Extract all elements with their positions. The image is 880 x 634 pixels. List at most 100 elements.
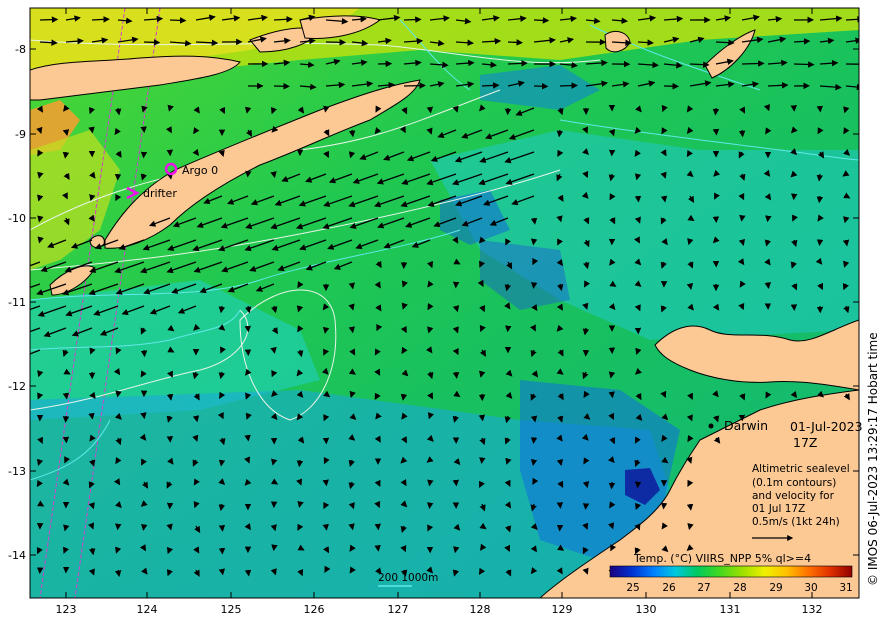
velocity-arrow (482, 85, 498, 86)
velocity-arrow (768, 108, 769, 110)
velocity-arrow (352, 328, 353, 332)
colorbar-tick-label: 28 (733, 582, 746, 594)
velocity-arrow (508, 63, 527, 64)
velocity-arrow (143, 108, 144, 111)
velocity-arrow (39, 174, 40, 178)
x-tick-label: 131 (720, 603, 741, 616)
velocity-arrow (429, 416, 430, 418)
velocity-arrow (248, 570, 249, 575)
x-tick-label: 129 (552, 603, 573, 616)
sst-map: -8 -9 -10 -11 -12 -13 -14 123 124 125 12… (0, 0, 880, 630)
map-date: 01-Jul-2023 (790, 419, 863, 434)
velocity-arrow (403, 306, 404, 309)
velocity-arrow (742, 130, 743, 136)
velocity-arrow (92, 19, 109, 20)
velocity-arrow (39, 218, 40, 221)
velocity-arrow (429, 482, 430, 485)
colorbar-title: Temp. (°C) VIIRS_NPP 5% ql>=4 (633, 552, 811, 565)
legend-line: Altimetric sealevel (752, 463, 850, 475)
velocity-arrow (508, 42, 522, 43)
velocity-arrow (170, 526, 171, 529)
legend-line: 01 Jul 17Z (752, 503, 805, 515)
velocity-arrow (586, 306, 587, 309)
velocity-arrow (221, 460, 222, 465)
colorbar-tick-label: 30 (804, 582, 817, 594)
velocity-arrow (274, 174, 275, 177)
velocity-arrow (482, 284, 483, 286)
colorbar-tick-label: 31 (839, 582, 852, 594)
velocity-arrow (40, 130, 41, 133)
velocity-arrow (690, 460, 691, 463)
velocity-arrow (715, 108, 716, 114)
y-tick-label: -14 (8, 549, 26, 562)
velocity-arrow (326, 526, 327, 529)
colorbar-tick-label: 27 (697, 582, 710, 594)
velocity-arrow (533, 460, 534, 465)
velocity-arrow (846, 19, 863, 20)
velocity-arrow (690, 64, 708, 65)
velocity-arrow (612, 394, 613, 397)
depth-scale: 200 1000m (378, 572, 438, 586)
velocity-arrow (325, 570, 326, 572)
drifter-label: drifter (143, 187, 177, 200)
velocity-arrow (300, 482, 301, 484)
colorbar-tick-label: 26 (662, 582, 676, 594)
velocity-arrow (560, 218, 561, 221)
x-tick-label: 123 (56, 603, 77, 616)
y-tick-label: -10 (8, 212, 26, 225)
velocity-arrow (222, 416, 223, 418)
x-tick-label: 125 (221, 603, 242, 616)
velocity-arrow (533, 482, 534, 484)
darwin-dot-icon (709, 424, 714, 429)
velocity-arrow (534, 218, 535, 223)
x-tick-label: 127 (388, 603, 409, 616)
velocity-arrow (742, 63, 763, 64)
velocity-arrow (559, 130, 560, 136)
velocity-arrow (351, 394, 352, 397)
darwin-label: Darwin (724, 418, 768, 433)
velocity-arrow (689, 526, 690, 529)
map-hour: 17Z (793, 435, 817, 450)
velocity-arrow (196, 438, 197, 441)
velocity-arrow (352, 284, 353, 288)
velocity-arrow (690, 504, 691, 509)
velocity-arrow (222, 570, 223, 574)
x-tick-label: 128 (470, 603, 491, 616)
x-tick-label: 132 (802, 603, 823, 616)
y-tick-label: -9 (15, 128, 26, 141)
velocity-arrow (716, 42, 733, 43)
x-tick-label: 124 (137, 603, 158, 616)
velocity-arrow (482, 416, 483, 420)
imos-credit: © IMOS 06-Jul-2023 13:29:17 Hobart time (866, 332, 880, 586)
velocity-arrow (299, 504, 300, 507)
depth-scale-label: 200 1000m (378, 572, 438, 584)
velocity-arrow (144, 42, 159, 43)
x-tick-label: 126 (304, 603, 325, 616)
velocity-arrow (794, 64, 813, 65)
velocity-arrow (533, 240, 534, 244)
y-tick-label: -8 (15, 43, 26, 56)
velocity-arrow (325, 328, 326, 333)
velocity-arrow (455, 548, 456, 552)
map-svg: -8 -9 -10 -11 -12 -13 -14 123 124 125 12… (0, 0, 880, 630)
velocity-arrow (40, 42, 57, 43)
velocity-arrow (222, 526, 223, 530)
velocity-arrow (456, 372, 457, 378)
velocity-arrow (169, 108, 170, 111)
velocity-arrow (39, 240, 40, 242)
velocity-arrow (819, 174, 820, 180)
velocity-arrow (377, 328, 378, 330)
colorbar-tick-label: 25 (626, 582, 639, 594)
colorbar-ramp (610, 566, 852, 577)
argo-label: Argo 0 (182, 164, 218, 177)
velocity-arrow (274, 350, 275, 353)
velocity-arrow (846, 240, 847, 245)
colorbar-tick-label: 29 (769, 582, 782, 594)
velocity-arrow (819, 196, 820, 202)
velocity-arrow (404, 19, 420, 20)
velocity-arrow (325, 108, 326, 111)
velocity-arrow (638, 42, 653, 43)
velocity-arrow (533, 262, 534, 264)
velocity-arrow (65, 152, 66, 157)
velocity-arrow (352, 130, 353, 136)
